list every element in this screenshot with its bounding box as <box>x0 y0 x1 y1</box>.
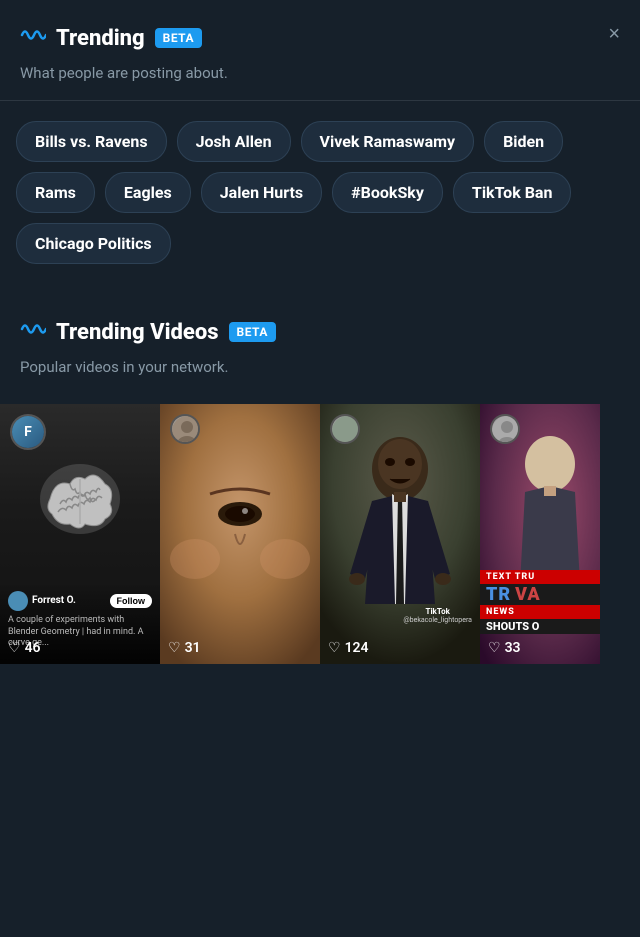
tag-vivek-ramaswamy[interactable]: Vivek Ramaswamy <box>301 121 475 162</box>
heart-row-card1: ♡ 46 <box>8 640 41 656</box>
trending-beta-badge: BETA <box>155 28 202 48</box>
heart-count-card2: 31 <box>185 640 201 656</box>
heart-row-card3: ♡ 124 <box>328 640 369 656</box>
avatar-card2 <box>170 414 200 444</box>
heart-icon-card4: ♡ <box>488 640 501 656</box>
tag-chicago-politics[interactable]: Chicago Politics <box>16 223 171 264</box>
video-card-2[interactable]: ♡ 31 <box>160 404 320 664</box>
heart-icon-card2: ♡ <box>168 640 181 656</box>
trending-videos-beta-badge: BETA <box>229 322 276 342</box>
va-text: VA <box>515 584 541 605</box>
tag-tiktok-ban[interactable]: TikTok Ban <box>453 172 572 213</box>
avatar-inner-card1: F <box>12 416 44 448</box>
avatar-inner-card4 <box>492 416 518 442</box>
trending-videos-section: Trending Videos BETA Popular videos in y… <box>0 294 640 664</box>
heart-row-card2: ♡ 31 <box>168 640 201 656</box>
tiktok-logo-text: TikTok <box>403 607 472 616</box>
tag-biden[interactable]: Biden <box>484 121 563 162</box>
tr-text: TR <box>486 584 511 605</box>
tag-rams[interactable]: Rams <box>16 172 95 213</box>
heart-row-card4: ♡ 33 <box>488 640 521 656</box>
trending-header: Trending BETA <box>0 0 640 60</box>
trending-videos-header: Trending Videos BETA <box>0 294 640 354</box>
heart-icon-card3: ♡ <box>328 640 341 656</box>
tag-josh-allen[interactable]: Josh Allen <box>177 121 291 162</box>
card1-user-row: Forrest O. Follow <box>8 591 152 611</box>
tag-eagles[interactable]: Eagles <box>105 172 191 213</box>
follow-button-card1[interactable]: Follow <box>110 594 153 608</box>
tag-booksky[interactable]: #BookSky <box>332 172 443 213</box>
trending-wave-icon <box>20 24 46 52</box>
avatar-inner-card2 <box>172 416 198 442</box>
heart-count-card1: 46 <box>25 640 41 656</box>
tag-jalen-hurts[interactable]: Jalen Hurts <box>201 172 322 213</box>
shouts-label: SHOUTS O <box>480 619 600 634</box>
close-button[interactable]: × <box>608 24 620 44</box>
tiktok-handle: @bekacole_lightopera <box>403 616 472 624</box>
card1-mini-avatar <box>8 591 28 611</box>
video-card-4[interactable]: TEXT TRU TR VA NEWS SHOUTS O ♡ 33 <box>480 404 600 664</box>
avatar-card4 <box>490 414 520 444</box>
trending-videos-subtitle: Popular videos in your network. <box>0 354 640 394</box>
brain-visual <box>30 454 130 544</box>
news-overlay: TEXT TRU TR VA NEWS SHOUTS O <box>480 570 600 634</box>
heart-icon-card1: ♡ <box>8 640 21 656</box>
tags-container: Bills vs. Ravens Josh Allen Vivek Ramasw… <box>0 111 640 284</box>
divider-1 <box>0 100 640 101</box>
tiktok-watermark: TikTok @bekacole_lightopera <box>403 607 472 624</box>
trending-title: Trending <box>56 26 145 51</box>
news-label: NEWS <box>480 605 600 619</box>
trending-videos-title: Trending Videos <box>56 320 219 345</box>
tag-bills-ravens[interactable]: Bills vs. Ravens <box>16 121 167 162</box>
card1-user-name: Forrest O. <box>32 595 106 606</box>
avatar-card3 <box>330 414 360 444</box>
video-card-3[interactable]: TikTok @bekacole_lightopera ♡ 124 <box>320 404 480 664</box>
avatar-card1: F <box>10 414 46 450</box>
avatar-inner-card3 <box>332 416 358 442</box>
text-tru-bar: TEXT TRU <box>480 570 600 584</box>
heart-count-card4: 33 <box>505 640 521 656</box>
heart-count-card3: 124 <box>345 640 369 656</box>
trending-subtitle: What people are posting about. <box>0 60 640 100</box>
tr-bar: TR VA <box>480 584 600 605</box>
videos-row: F Forrest O. Follow <box>0 404 640 664</box>
trending-videos-wave-icon <box>20 318 46 346</box>
video-card-1[interactable]: F Forrest O. Follow <box>0 404 160 664</box>
